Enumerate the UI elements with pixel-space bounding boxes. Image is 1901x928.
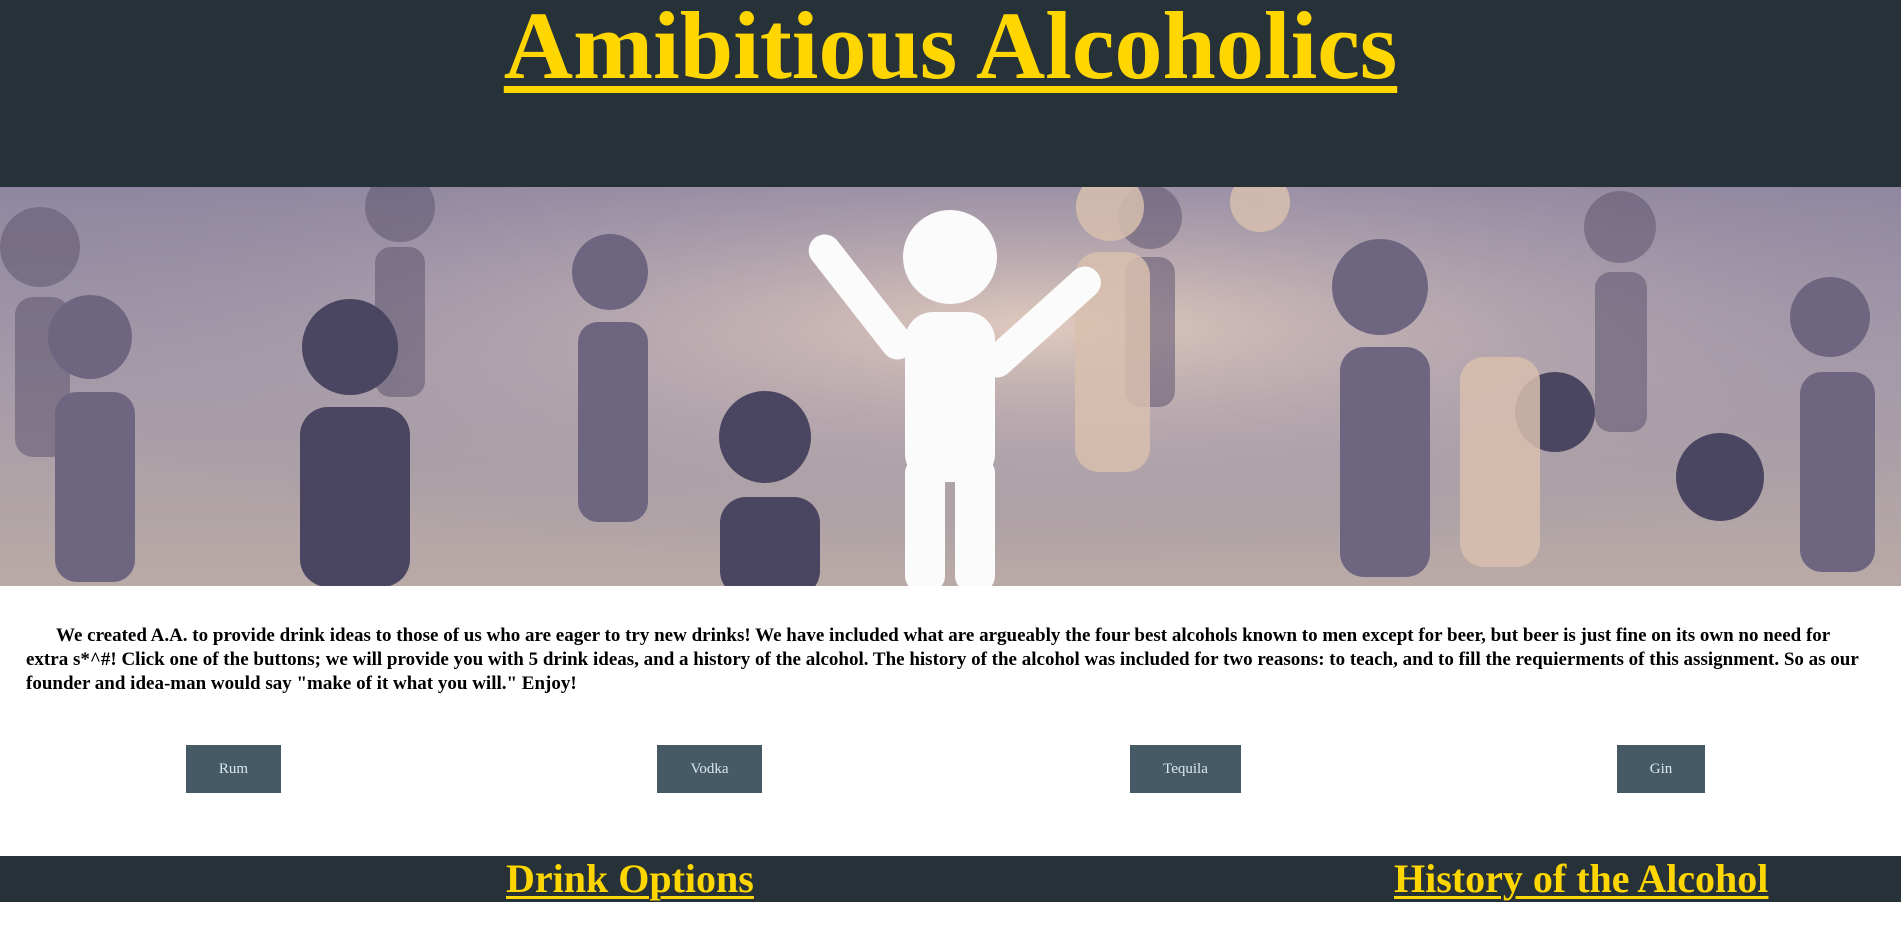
tequila-button[interactable]: Tequila xyxy=(1130,745,1241,793)
intro-paragraph: We created A.A. to provide drink ideas t… xyxy=(26,625,1859,694)
history-link[interactable]: History of the Alcohol xyxy=(1394,854,1768,904)
site-header: Amibitious Alcoholics xyxy=(0,0,1901,187)
vodka-button[interactable]: Vodka xyxy=(657,745,762,793)
site-title: Amibitious Alcoholics xyxy=(503,0,1398,99)
rum-button[interactable]: Rum xyxy=(186,745,281,793)
hero-illustration xyxy=(0,187,1901,586)
hero-banner xyxy=(0,187,1901,586)
footer-nav: Drink Options History of the Alcohol xyxy=(0,856,1901,902)
drink-options-link[interactable]: Drink Options xyxy=(506,854,754,904)
gin-button[interactable]: Gin xyxy=(1617,745,1705,793)
